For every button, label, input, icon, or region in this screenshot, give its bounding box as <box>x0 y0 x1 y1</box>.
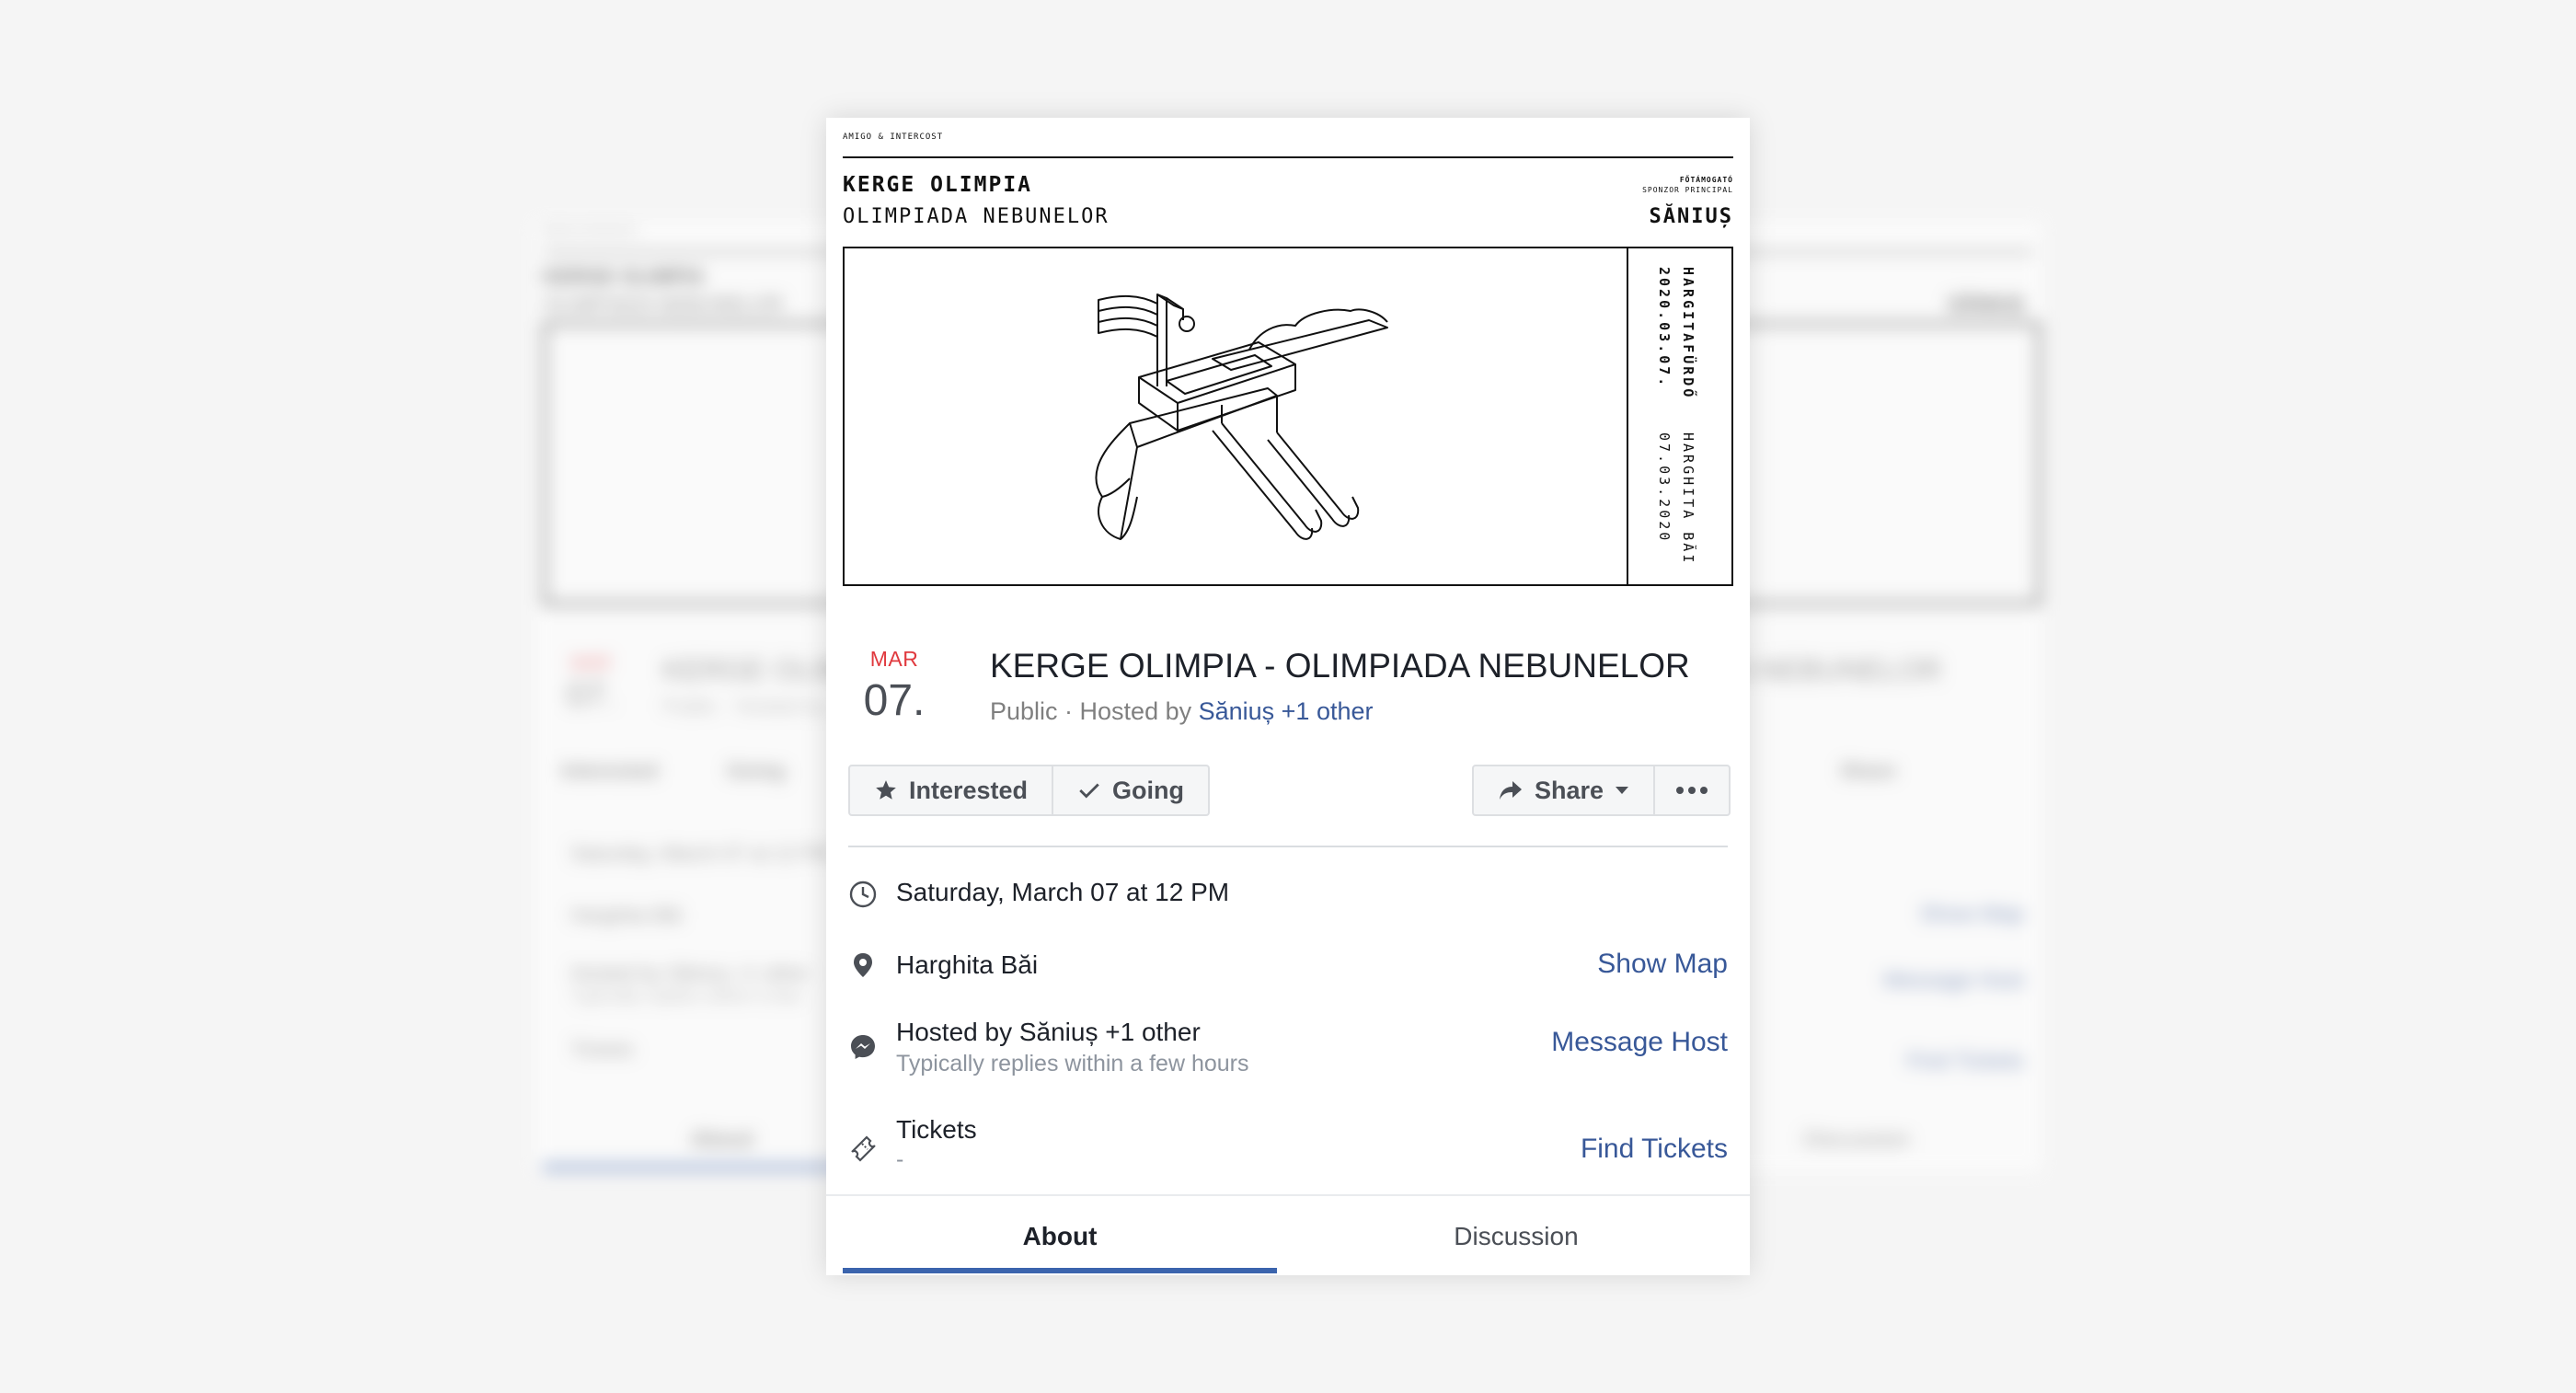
ghost-discussion: Discussion <box>1803 1127 1911 1152</box>
event-tickets: Tickets <box>896 1115 977 1144</box>
poster-date-ro: 07.03.2020 <box>1656 432 1673 544</box>
poster-org: AMIGO & INTERCOST <box>843 132 944 142</box>
event-date-day: 07. <box>863 676 926 725</box>
event-card: AMIGO & INTERCOST KERGE OLIMPIA OLIMPIAD… <box>826 118 1750 1275</box>
sled-illustration-icon <box>1095 294 1388 540</box>
ghost-meta: Public · Hosted by <box>662 695 827 718</box>
poster-date-hu: 2020.03.07. <box>1656 267 1673 389</box>
ticket-icon <box>851 1135 876 1162</box>
event-hosted-by: Hosted by Săniuș +1 other <box>896 1018 1201 1046</box>
ghost-about: About <box>690 1127 754 1152</box>
event-cover-poster[interactable]: AMIGO & INTERCOST KERGE OLIMPIA OLIMPIAD… <box>843 118 1733 596</box>
ghost-find-tickets: Find Tickets <box>1905 1049 2024 1074</box>
poster-divider <box>1627 248 1628 584</box>
poster-location-hu: HARGITAFÜRDŐ <box>1680 267 1696 400</box>
clock-icon <box>849 881 877 908</box>
more-dots-icon <box>1676 787 1708 794</box>
event-tabs: About Discussion <box>826 1194 1750 1277</box>
poster-title: KERGE OLIMPIA <box>843 173 1033 197</box>
location-pin-icon <box>854 953 872 977</box>
ghost-sponsor-name: SĂNIUȘ <box>1947 293 2024 316</box>
poster-location-ro: HARGHITA BĂI <box>1680 432 1696 566</box>
host-reply-time: Typically replies within a few hours <box>896 1051 1249 1076</box>
event-privacy-host: Public · Hosted by Săniuș +1 other <box>990 697 1374 726</box>
ghost-tickets: Tickets <box>570 1038 634 1061</box>
share-button[interactable]: Share <box>1474 766 1653 814</box>
poster-frame: HARGITAFÜRDŐ 2020.03.07. HARGHITA BĂI 07… <box>843 247 1733 586</box>
messenger-icon <box>851 1035 875 1059</box>
rsvp-button-group: Interested Going <box>848 765 1211 816</box>
ghost-going: Going <box>727 759 786 782</box>
ghost-show-map: Show Map <box>1919 902 2024 927</box>
share-button-group: Share <box>1472 765 1731 816</box>
dropdown-caret-icon <box>1616 787 1629 794</box>
ghost-datetime: Saturday, March 07 at 12 PM <box>570 842 833 865</box>
event-title: KERGE OLIMPIA - OLIMPIADA NEBUNELOR <box>990 647 1690 685</box>
event-privacy: Public · Hosted by <box>990 697 1199 725</box>
ghost-reply-time: Typically replies within a few <box>570 986 802 1007</box>
message-host-link[interactable]: Message Host <box>1551 1027 1728 1058</box>
going-button[interactable]: Going <box>1052 766 1208 814</box>
ghost-interested: Interested <box>561 759 659 782</box>
event-date-month: MAR <box>869 647 919 671</box>
ghost-message-host: Message Host <box>1882 968 2024 993</box>
find-tickets-link[interactable]: Find Tickets <box>1581 1134 1728 1165</box>
share-label: Share <box>1535 776 1604 804</box>
ghost-month: MAR <box>570 653 612 673</box>
show-map-link[interactable]: Show Map <box>1597 949 1728 980</box>
share-arrow-icon <box>1500 781 1522 800</box>
tab-discussion[interactable]: Discussion <box>1299 1196 1733 1277</box>
poster-rule <box>843 156 1733 158</box>
poster-sponsor-label: FŐTÁMOGATÓ <box>1679 176 1733 184</box>
more-options-button[interactable] <box>1653 766 1729 814</box>
going-label: Going <box>1112 776 1185 804</box>
ghost-hosted-by: Hosted by Săniuș +1 other <box>570 961 810 984</box>
divider <box>848 846 1728 847</box>
event-tickets-value: - <box>896 1146 904 1172</box>
star-icon <box>876 780 896 800</box>
interested-button[interactable]: Interested <box>850 766 1052 814</box>
event-location: Harghita Băi <box>896 950 1039 979</box>
event-datetime: Saturday, March 07 at 12 PM <box>896 878 1230 906</box>
ghost-org: AMIGO & INTERCOST <box>543 226 638 236</box>
checkmark-icon <box>1079 783 1099 799</box>
interested-label: Interested <box>909 776 1029 804</box>
active-tab-indicator <box>843 1268 1277 1273</box>
poster-sponsor-name: SĂNIUȘ <box>1649 205 1733 228</box>
ghost-share: Share <box>1840 759 1897 782</box>
ghost-location: Harghita Băi <box>570 904 683 927</box>
event-host-link[interactable]: Săniuș +1 other <box>1199 697 1374 725</box>
poster-sponsor-label-ro: SPONZOR PRINCIPAL <box>1642 186 1733 194</box>
ghost-title: KERGE OLIMPIA <box>543 265 706 288</box>
ghost-subtitle: OLIMPIADA NEBUNELOR <box>543 293 784 316</box>
poster-subtitle: OLIMPIADA NEBUNELOR <box>843 205 1110 228</box>
tab-about[interactable]: About <box>843 1196 1277 1277</box>
ghost-day: 07. <box>567 676 615 715</box>
